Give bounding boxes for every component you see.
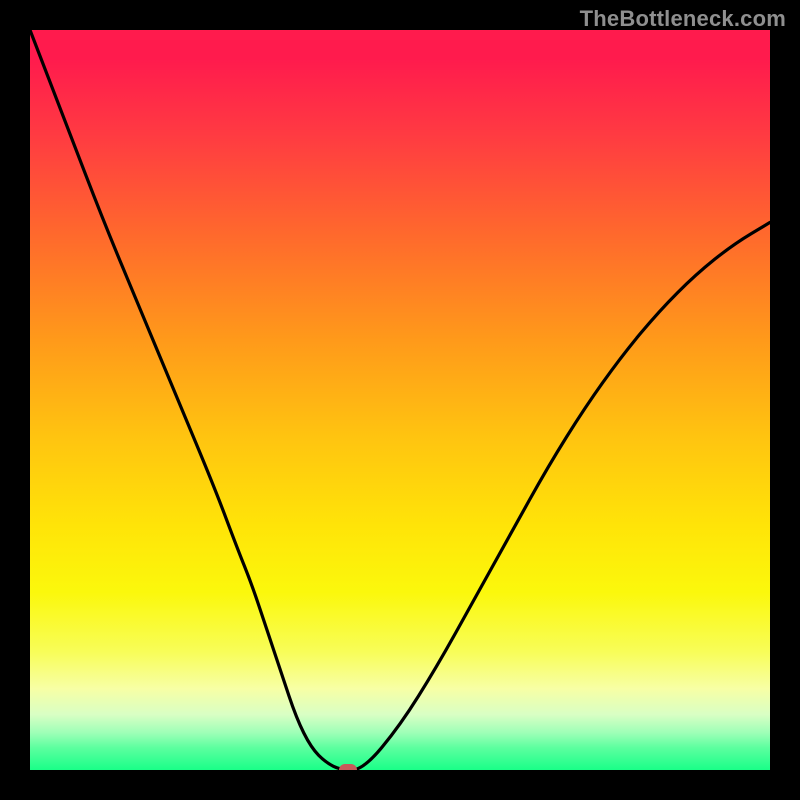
curve-svg (30, 30, 770, 770)
bottleneck-curve (30, 30, 770, 770)
chart-container: TheBottleneck.com (0, 0, 800, 800)
watermark-text: TheBottleneck.com (580, 6, 786, 32)
plot-area (30, 30, 770, 770)
optimal-marker (339, 764, 357, 770)
